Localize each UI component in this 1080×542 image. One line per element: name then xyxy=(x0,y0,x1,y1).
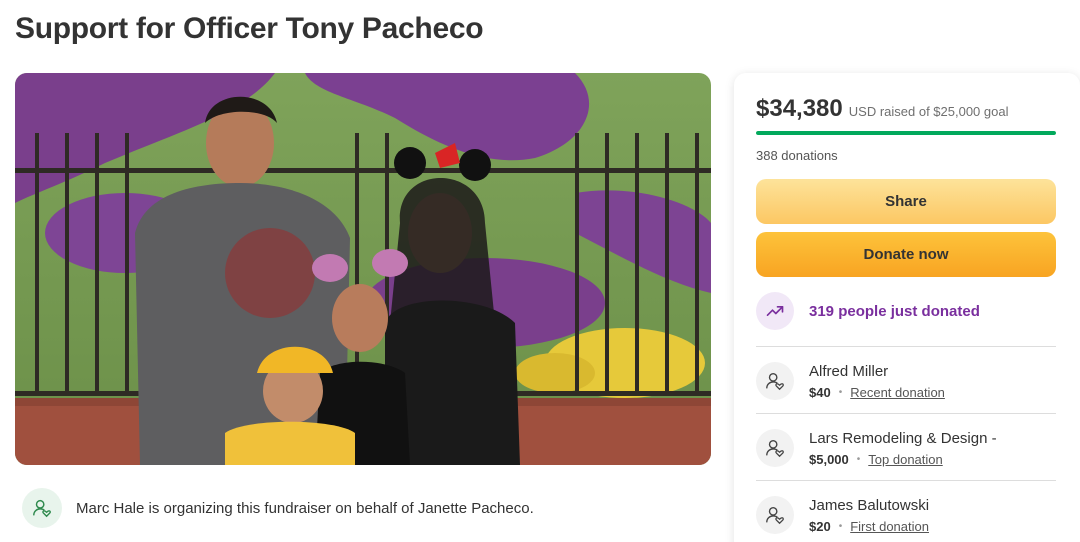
divider xyxy=(756,413,1056,414)
donation-sidebar: $34,380 USD raised of $25,000 goal 388 d… xyxy=(734,73,1080,542)
progress-fill xyxy=(756,131,1056,135)
raised-amount: $34,380 xyxy=(756,95,843,122)
donation-tag-link[interactable]: Recent donation xyxy=(850,385,945,400)
progress-bar xyxy=(756,131,1056,135)
user-heart-icon xyxy=(766,372,784,391)
donor-avatar xyxy=(756,429,794,467)
donor-avatar xyxy=(756,496,794,534)
donation-count: 388 donations xyxy=(756,148,838,163)
donation-tag-link[interactable]: First donation xyxy=(850,519,929,534)
donor-item: Alfred Miller $40 • Recent donation xyxy=(756,351,1056,411)
donor-name: James Balutowski xyxy=(809,496,930,514)
donor-item: James Balutowski $20 • First donation xyxy=(756,485,1056,542)
separator-dot: • xyxy=(856,453,861,465)
user-heart-icon xyxy=(766,439,784,458)
user-heart-icon xyxy=(766,506,784,525)
share-button[interactable]: Share xyxy=(756,179,1056,224)
trending-icon-circle xyxy=(756,292,794,330)
user-heart-icon xyxy=(33,499,51,518)
separator-dot: • xyxy=(838,520,843,532)
divider xyxy=(756,480,1056,481)
raised-summary: $34,380 USD raised of $25,000 goal xyxy=(756,95,1008,123)
donor-name: Lars Remodeling & Design - xyxy=(809,429,997,447)
family-photo xyxy=(15,73,711,465)
donor-avatar xyxy=(756,362,794,400)
divider xyxy=(756,346,1056,347)
donation-tag-link[interactable]: Top donation xyxy=(868,452,942,467)
trending-up-icon xyxy=(766,306,784,316)
donor-amount: $20 xyxy=(809,518,831,534)
donor-amount: $5,000 xyxy=(809,451,849,467)
donor-name: Alfred Miller xyxy=(809,362,889,380)
page-title: Support for Officer Tony Pacheco xyxy=(15,12,484,45)
organizer-avatar xyxy=(22,488,62,528)
organizer-text: Marc Hale is organizing this fundraiser … xyxy=(76,499,534,517)
hero-photo xyxy=(15,73,711,465)
separator-dot: • xyxy=(838,386,843,398)
trending-text: 319 people just donated xyxy=(809,302,980,320)
goal-text: USD raised of $25,000 goal xyxy=(848,104,1009,119)
trending-row: 319 people just donated xyxy=(756,292,980,330)
organizer-row: Marc Hale is organizing this fundraiser … xyxy=(22,488,712,528)
donate-now-button[interactable]: Donate now xyxy=(756,232,1056,277)
donor-amount: $40 xyxy=(809,384,831,400)
donor-item: Lars Remodeling & Design - $5,000 • Top … xyxy=(756,418,1056,478)
